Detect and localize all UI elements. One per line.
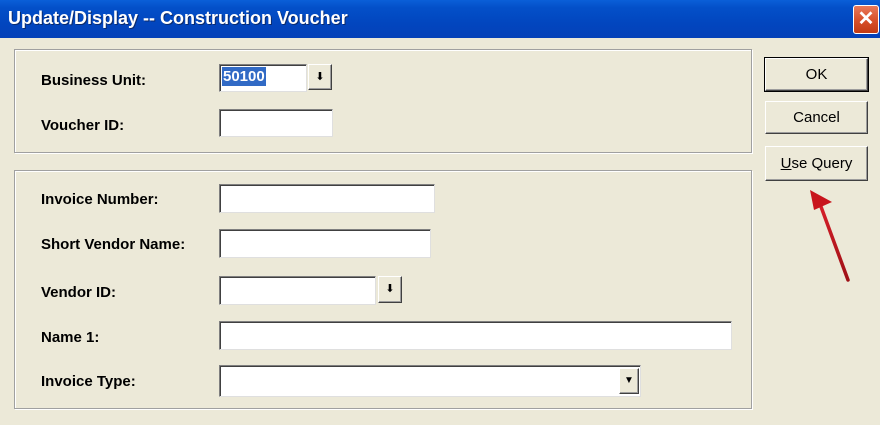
vendor-id-field[interactable] xyxy=(219,276,376,305)
use-query-label: se Query xyxy=(791,155,853,172)
business-unit-lookup-button[interactable]: ⬇ xyxy=(308,64,332,90)
close-button[interactable]: ✕ xyxy=(853,5,879,34)
business-unit-value: 50100 xyxy=(222,67,266,86)
voucher-id-field[interactable] xyxy=(219,109,333,137)
cancel-button[interactable]: Cancel xyxy=(765,101,868,134)
vendor-id-label: Vendor ID: xyxy=(41,284,117,301)
invoice-type-dropdown-button[interactable]: ▼ xyxy=(619,368,639,394)
combo-arrow-icon: ▼ xyxy=(624,375,634,386)
vendor-id-lookup-button[interactable]: ⬇ xyxy=(378,276,402,303)
key-fields-group xyxy=(14,49,752,153)
use-query-button[interactable]: Use Query xyxy=(765,146,868,181)
red-arrow-annotation xyxy=(810,190,850,282)
invoice-number-label: Invoice Number: xyxy=(41,191,159,208)
invoice-number-field[interactable] xyxy=(219,184,435,213)
short-vendor-name-field[interactable] xyxy=(219,229,431,258)
invoice-type-label: Invoice Type: xyxy=(41,373,136,390)
cancel-label: Cancel xyxy=(793,109,840,126)
short-vendor-name-label: Short Vendor Name: xyxy=(41,236,186,253)
business-unit-label: Business Unit: xyxy=(41,72,147,89)
close-icon: ✕ xyxy=(857,8,875,30)
down-arrow-icon: ⬇ xyxy=(385,283,395,295)
use-query-mnemonic: U xyxy=(780,155,792,172)
name1-label: Name 1: xyxy=(41,329,100,346)
ok-button[interactable]: OK xyxy=(764,57,869,92)
voucher-id-label: Voucher ID: xyxy=(41,117,125,134)
ok-label: OK xyxy=(805,66,828,83)
arrow-shaft xyxy=(818,202,850,282)
window-title: Update/Display -- Construction Voucher xyxy=(8,8,348,28)
business-unit-field[interactable]: 50100 xyxy=(219,64,307,92)
name1-field[interactable] xyxy=(219,321,732,350)
title-bar: Update/Display -- Construction Voucher ✕ xyxy=(0,0,880,38)
down-arrow-icon: ⬇ xyxy=(315,71,325,83)
invoice-type-combobox[interactable] xyxy=(219,365,641,397)
